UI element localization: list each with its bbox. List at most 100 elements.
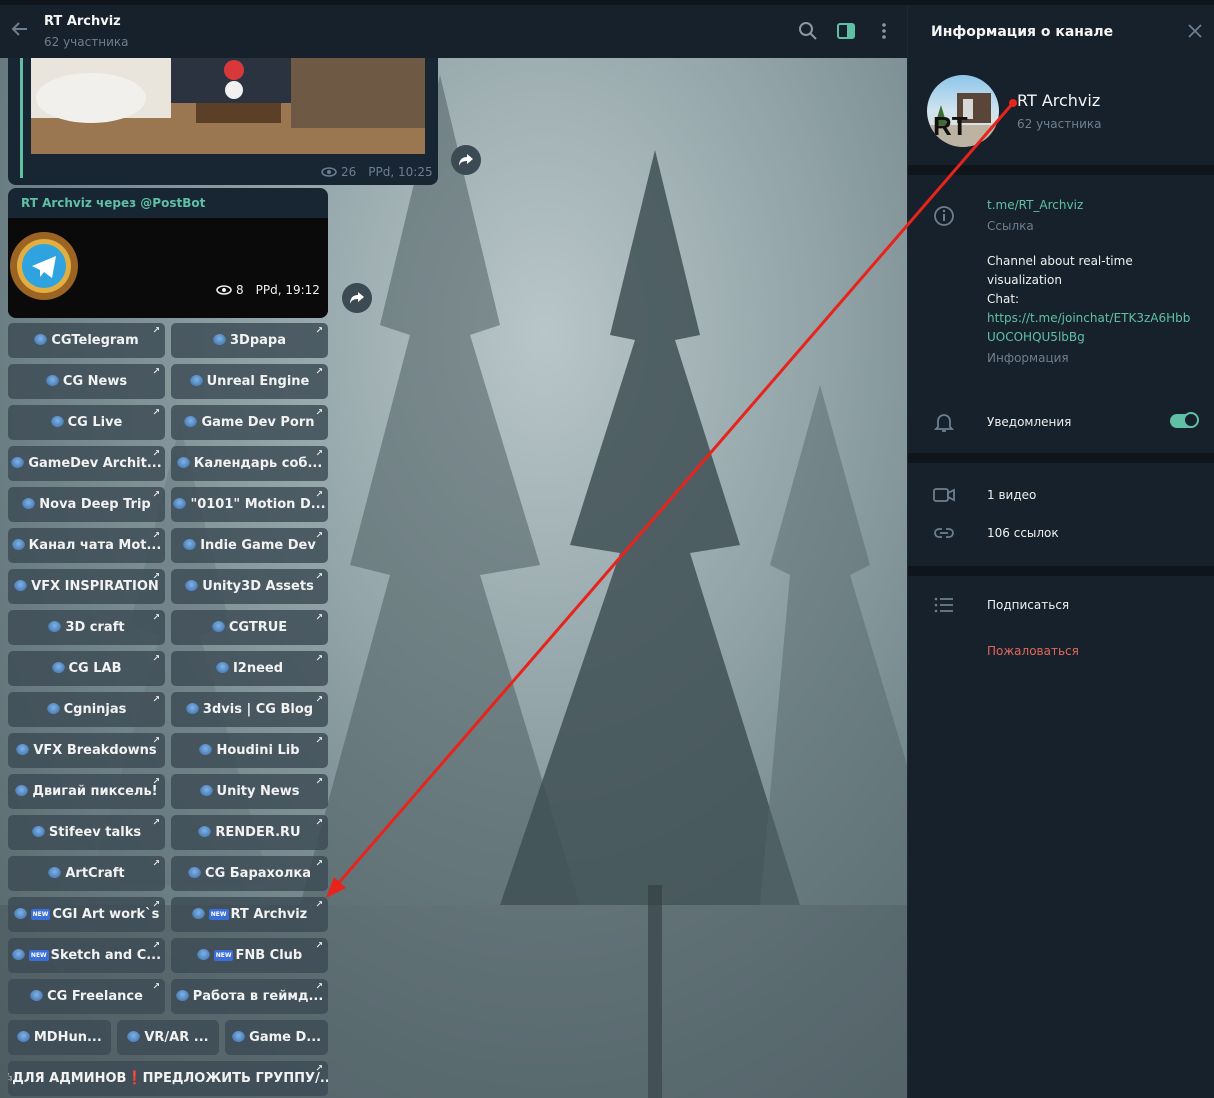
keyboard-button[interactable]: Двигай пиксель! ↗ xyxy=(8,774,165,809)
keyboard-button[interactable]: Stifeev talks ↗ xyxy=(8,815,165,850)
external-link-icon: ↗ xyxy=(152,982,160,992)
keyboard-button-label: RENDER.RU xyxy=(215,825,301,840)
list-icon xyxy=(934,597,953,613)
keyboard-button[interactable]: I2need ↗ xyxy=(171,651,328,686)
keyboard-button[interactable]: GameDev Archit... ↗ xyxy=(8,446,165,481)
external-link-icon: ↗ xyxy=(152,941,160,951)
keyboard-button[interactable]: NEW Sketch and C... ↗ xyxy=(8,938,165,973)
keyboard-button[interactable]: VFX Breakdowns ↗ xyxy=(8,733,165,768)
report-button[interactable]: Пожаловаться xyxy=(987,644,1079,658)
external-link-icon: ↗ xyxy=(315,736,323,746)
user-icon xyxy=(11,949,25,962)
keyboard-button-label: "0101" Motion D... xyxy=(190,497,326,512)
link-icon xyxy=(934,528,954,538)
keyboard-button-label: MDHun... xyxy=(33,1030,102,1045)
chat-title[interactable]: RT Archviz xyxy=(44,14,121,29)
external-link-icon: ↗ xyxy=(152,449,160,459)
close-icon[interactable] xyxy=(1187,23,1203,39)
channel-avatar[interactable]: RT xyxy=(927,75,999,147)
message-photo[interactable] xyxy=(31,58,425,154)
keyboard-button[interactable]: Game Dev Porn ↗ xyxy=(171,405,328,440)
keyboard-button[interactable]: ArtCraft ↗ xyxy=(8,856,165,891)
external-link-icon: ↗ xyxy=(315,982,323,992)
user-icon xyxy=(215,662,229,675)
external-link-icon: ↗ xyxy=(152,736,160,746)
subscribe-button[interactable]: Подписаться xyxy=(987,598,1069,612)
keyboard-button-label: Nova Deep Trip xyxy=(39,497,151,512)
keyboard-button[interactable]: ✍ДЛЯ АДМИНОВ❗ПРЕДЛОЖИТЬ ГРУППУ/... ↗ xyxy=(8,1061,328,1096)
chat-bubble-icon xyxy=(127,1031,141,1044)
user-icon xyxy=(14,580,28,593)
user-icon xyxy=(15,785,29,798)
keyboard-button[interactable]: RENDER.RU ↗ xyxy=(171,815,328,850)
back-arrow-icon[interactable] xyxy=(10,19,30,39)
views-eye-icon xyxy=(321,167,337,177)
keyboard-button[interactable]: CG News ↗ xyxy=(8,364,165,399)
external-link-icon: ↗ xyxy=(315,818,323,828)
external-link-icon: ↗ xyxy=(152,818,160,828)
keyboard-button[interactable]: "0101" Motion D... ↗ xyxy=(171,487,328,522)
external-link-icon: ↗ xyxy=(152,654,160,664)
keyboard-button[interactable]: CGTRUE ↗ xyxy=(171,610,328,645)
keyboard-button[interactable]: Канал чата Mot... ↗ xyxy=(8,528,165,563)
keyboard-button[interactable]: VR/AR ... xyxy=(116,1020,220,1055)
keyboard-button[interactable]: Unreal Engine ↗ xyxy=(171,364,328,399)
forward-button[interactable] xyxy=(451,145,481,175)
keyboard-button[interactable]: Unity3D Assets ↗ xyxy=(171,569,328,604)
external-link-icon: ↗ xyxy=(152,859,160,869)
chat-invite-link-cont[interactable]: UOCOHQU5lbBg xyxy=(987,330,1085,344)
sidebar-toggle-icon[interactable] xyxy=(836,21,856,41)
search-icon[interactable] xyxy=(798,21,818,41)
user-icon xyxy=(34,334,48,347)
keyboard-button[interactable]: NEW RT Archviz ↗ xyxy=(171,897,328,932)
keyboard-button[interactable]: Календарь соб... ↗ xyxy=(171,446,328,481)
keyboard-button[interactable]: 3Dpapa ↗ xyxy=(171,323,328,358)
keyboard-button[interactable]: CG LAB ↗ xyxy=(8,651,165,686)
channel-link[interactable]: t.me/RT_Archviz xyxy=(987,198,1083,212)
keyboard-button[interactable]: CGTelegram ↗ xyxy=(8,323,165,358)
keyboard-button[interactable]: 3dvis | CG Blog ↗ xyxy=(171,692,328,727)
chat-invite-link[interactable]: https://t.me/joinchat/ETK3zA6Hbb xyxy=(987,311,1190,325)
keyboard-button-label: RT Archviz xyxy=(230,907,308,922)
keyboard-button[interactable]: Cgninjas ↗ xyxy=(8,692,165,727)
external-link-icon: ↗ xyxy=(152,695,160,705)
user-icon xyxy=(185,580,199,593)
forward-button[interactable] xyxy=(342,283,372,313)
links-count[interactable]: 106 ссылок xyxy=(987,526,1059,540)
keyboard-button[interactable]: VFX INSPIRATION ↗ xyxy=(8,569,165,604)
keyboard-button[interactable]: Nova Deep Trip ↗ xyxy=(8,487,165,522)
bell-icon xyxy=(933,414,955,432)
message-sender[interactable]: RT Archviz через @PostBot xyxy=(21,196,205,210)
external-link-icon: ↗ xyxy=(315,900,323,910)
notifications-toggle[interactable] xyxy=(1170,412,1199,428)
user-icon xyxy=(191,908,205,921)
keyboard-button[interactable]: Houdini Lib ↗ xyxy=(171,733,328,768)
videos-count[interactable]: 1 видео xyxy=(987,488,1036,502)
external-link-icon: ↗ xyxy=(315,326,323,336)
keyboard-button[interactable]: Unity News ↗ xyxy=(171,774,328,809)
interior-photo xyxy=(31,58,425,154)
keyboard-button[interactable]: 3D craft ↗ xyxy=(8,610,165,645)
message-video[interactable]: 8 РРd, 19:12 xyxy=(8,218,328,318)
more-menu-icon[interactable] xyxy=(874,21,894,41)
new-badge-icon: NEW xyxy=(30,909,51,920)
chat-bubble-icon xyxy=(232,1031,246,1044)
chat-area: RT Archviz 62 участника 26 РРd, 10:25 RT… xyxy=(0,5,907,1098)
keyboard-button[interactable]: CG Live ↗ xyxy=(8,405,165,440)
user-icon xyxy=(211,621,225,634)
keyboard-button[interactable]: Game D... xyxy=(225,1020,328,1055)
keyboard-button[interactable]: Работа в геймд... ↗ xyxy=(171,979,328,1014)
user-icon xyxy=(199,785,213,798)
keyboard-button[interactable]: NEW FNB Club ↗ xyxy=(171,938,328,973)
keyboard-button-label: I2need xyxy=(232,661,284,676)
external-link-icon: ↗ xyxy=(315,408,323,418)
keyboard-button[interactable]: CG Freelance ↗ xyxy=(8,979,165,1014)
keyboard-button[interactable]: Indie Game Dev ↗ xyxy=(171,528,328,563)
member-count: 62 участника xyxy=(1017,117,1102,131)
keyboard-button[interactable]: MDHun... xyxy=(8,1020,111,1055)
keyboard-button-label: Unity3D Assets xyxy=(202,579,314,594)
external-link-icon: ↗ xyxy=(315,367,323,377)
keyboard-button[interactable]: CG Барахолка ↗ xyxy=(171,856,328,891)
keyboard-button[interactable]: NEW CGI Art work`s ↗ xyxy=(8,897,165,932)
channel-name: RT Archviz xyxy=(1017,91,1101,110)
